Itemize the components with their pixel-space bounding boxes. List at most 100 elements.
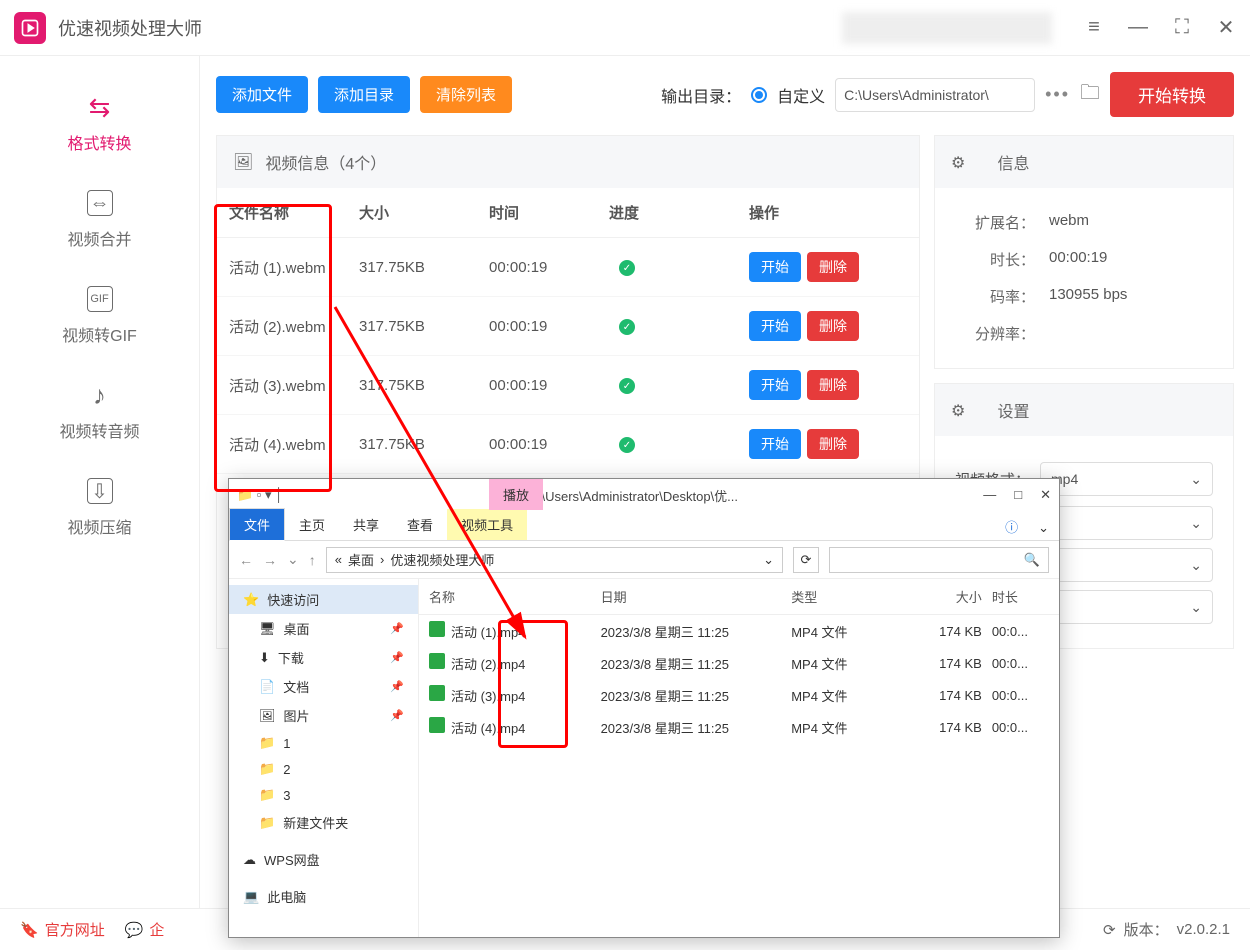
file-row[interactable]: 活动 (4).mp4 2023/3/8 星期三 11:25MP4 文件174 K… <box>419 711 1059 743</box>
file-row[interactable]: 活动 (3).mp4 2023/3/8 星期三 11:25MP4 文件174 K… <box>419 679 1059 711</box>
video-format-select[interactable]: mp4⌄ <box>1040 462 1213 496</box>
sidebar: ⇆ 格式转换 ⇔ 视频合并 GIF 视频转GIF ♪ 视频转音频 ⇩ 视频压缩 <box>0 56 200 908</box>
nav-up-icon[interactable]: ↑ <box>309 552 316 568</box>
side-folder-3[interactable]: 📁 3 <box>229 782 418 808</box>
explorer-tab-view[interactable]: 查看 <box>393 509 447 540</box>
file-row[interactable]: 活动 (2).mp4 2023/3/8 星期三 11:25MP4 文件174 K… <box>419 647 1059 679</box>
sidebar-item-gif[interactable]: GIF 视频转GIF <box>0 268 199 364</box>
explorer-title: C:\Users\Administrator\Desktop\优... <box>283 486 983 505</box>
gear-icon: ⚙ <box>951 401 969 419</box>
check-icon: ✓ <box>619 437 635 453</box>
col-time: 时间 <box>489 202 609 223</box>
nav-forward-icon[interactable]: → <box>263 552 277 568</box>
side-thispc[interactable]: 💻 此电脑 <box>229 882 418 911</box>
add-file-button[interactable]: 添加文件 <box>216 76 308 113</box>
explorer-tab-file[interactable]: 文件 <box>229 508 285 541</box>
side-folder-1[interactable]: 📁 1 <box>229 730 418 756</box>
chevron-down-icon[interactable]: ⌄ <box>763 552 774 568</box>
cell-filename: 活动 (4).webm <box>229 434 359 455</box>
video-merge-icon: ⇔ <box>87 190 113 216</box>
info-row: 码率：130955 bps <box>955 278 1213 315</box>
info-label: 码率： <box>955 286 1035 307</box>
nav-dropdown-icon[interactable]: ⌄ <box>287 551 299 568</box>
version-value: v2.0.2.1 <box>1177 921 1230 938</box>
row-start-button[interactable]: 开始 <box>749 429 801 459</box>
table-row: 活动 (3).webm 317.75KB 00:00:19 ✓ 开始删除 <box>217 356 919 415</box>
cell-filename: 活动 (1).webm <box>229 257 359 278</box>
start-convert-button[interactable]: 开始转换 <box>1110 72 1234 117</box>
info-label: 时长： <box>955 249 1035 270</box>
sidebar-label: 视频转音频 <box>59 418 139 442</box>
browse-dots-button[interactable]: ••• <box>1045 84 1070 105</box>
explorer-search-input[interactable]: 🔍 <box>829 547 1049 573</box>
cell-time: 00:00:19 <box>489 259 609 276</box>
explorer-maximize-icon[interactable]: □ <box>1014 487 1022 503</box>
settings-header: 设置 <box>997 398 1029 422</box>
open-folder-icon[interactable]: 🗀 <box>1080 78 1100 112</box>
explorer-tab-video[interactable]: 视频工具 <box>447 509 527 540</box>
file-row[interactable]: 活动 (1).mp4 2023/3/8 星期三 11:25MP4 文件174 K… <box>419 615 1059 647</box>
version-label: 版本： <box>1124 919 1169 940</box>
refresh-icon[interactable]: ⟳ <box>1103 921 1116 939</box>
minimize-icon[interactable]: — <box>1128 16 1148 39</box>
maximize-icon[interactable]: ⛶ <box>1172 16 1192 39</box>
cell-progress: ✓ <box>609 376 749 395</box>
info-label: 扩展名： <box>955 212 1035 233</box>
side-desktop[interactable]: 🖥 桌面📌 <box>229 614 418 643</box>
video-gif-icon: GIF <box>87 286 113 312</box>
explorer-close-icon[interactable]: ✕ <box>1040 487 1051 503</box>
output-path-input[interactable] <box>835 78 1035 112</box>
check-icon: ✓ <box>619 319 635 335</box>
side-quickaccess[interactable]: ⭐ 快速访问 <box>229 585 418 614</box>
support-icon[interactable]: 💬 企 <box>125 919 165 940</box>
side-downloads[interactable]: ⬇ 下载📌 <box>229 643 418 672</box>
sidebar-item-compress[interactable]: ⇩ 视频压缩 <box>0 460 199 556</box>
row-start-button[interactable]: 开始 <box>749 252 801 282</box>
refresh-button[interactable]: ⟳ <box>793 547 819 573</box>
side-documents[interactable]: 📄 文档📌 <box>229 672 418 701</box>
explorer-play-tab[interactable]: 播放 <box>489 479 543 510</box>
row-start-button[interactable]: 开始 <box>749 311 801 341</box>
sidebar-item-audio[interactable]: ♪ 视频转音频 <box>0 364 199 460</box>
explorer-minimize-icon[interactable]: — <box>983 487 996 503</box>
info-value: 00:00:19 <box>1049 249 1107 270</box>
cell-progress: ✓ <box>609 435 749 454</box>
table-row: 活动 (4).webm 317.75KB 00:00:19 ✓ 开始删除 <box>217 415 919 474</box>
row-delete-button[interactable]: 删除 <box>807 429 859 459</box>
cell-progress: ✓ <box>609 258 749 277</box>
cell-size: 317.75KB <box>359 377 489 394</box>
clear-list-button[interactable]: 清除列表 <box>420 76 512 113</box>
explorer-expand-icon[interactable]: ⌄ <box>1028 516 1059 540</box>
side-newfolder[interactable]: 📁 新建文件夹 <box>229 808 418 837</box>
row-delete-button[interactable]: 删除 <box>807 370 859 400</box>
menu-icon[interactable]: ≡ <box>1084 16 1104 39</box>
cell-time: 00:00:19 <box>489 436 609 453</box>
col-progress: 进度 <box>609 202 749 223</box>
explorer-tab-home[interactable]: 主页 <box>285 509 339 540</box>
breadcrumb[interactable]: « 桌面 › 优速视频处理大师 ⌄ <box>326 547 783 573</box>
explorer-help-icon[interactable]: ⓘ <box>995 513 1028 540</box>
close-icon[interactable]: ✕ <box>1216 15 1236 40</box>
add-dir-button[interactable]: 添加目录 <box>318 76 410 113</box>
row-start-button[interactable]: 开始 <box>749 370 801 400</box>
nav-back-icon[interactable]: ← <box>239 552 253 568</box>
explorer-quick-icons: 📁 ▫ ▾ │ <box>237 487 283 503</box>
explorer-tab-share[interactable]: 共享 <box>339 509 393 540</box>
output-label: 输出目录： <box>661 83 741 107</box>
row-delete-button[interactable]: 删除 <box>807 252 859 282</box>
official-site-icon[interactable]: 🔖 官方网址 <box>20 919 105 940</box>
cell-time: 00:00:19 <box>489 377 609 394</box>
sidebar-item-format[interactable]: ⇆ 格式转换 <box>0 76 199 172</box>
col-action: 操作 <box>749 202 889 223</box>
output-radio-custom[interactable] <box>751 87 767 103</box>
row-delete-button[interactable]: 删除 <box>807 311 859 341</box>
side-folder-2[interactable]: 📁 2 <box>229 756 418 782</box>
info-row: 扩展名：webm <box>955 204 1213 241</box>
side-wps[interactable]: ☁ WPS网盘 <box>229 845 418 874</box>
info-row: 时长： 00:00:19 <box>955 241 1213 278</box>
mp4-file-icon <box>429 653 445 669</box>
sidebar-item-merge[interactable]: ⇔ 视频合并 <box>0 172 199 268</box>
col-size: 大小 <box>359 202 489 223</box>
side-pictures[interactable]: 🖼 图片📌 <box>229 701 418 730</box>
info-label: 分辨率： <box>955 323 1035 344</box>
